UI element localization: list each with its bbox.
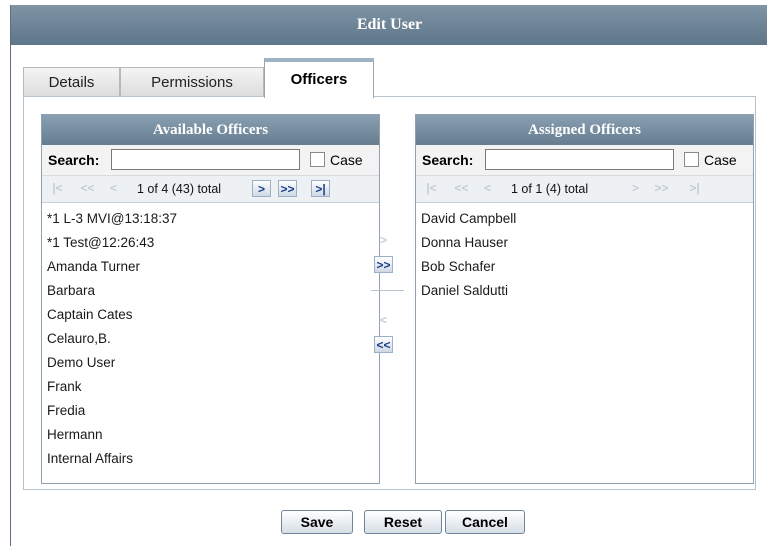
available-case-label: Case <box>330 152 363 168</box>
last-page-icon[interactable]: >| <box>685 180 704 197</box>
list-item[interactable]: Captain Cates <box>47 307 379 331</box>
list-item[interactable]: Bob Schafer <box>421 259 753 283</box>
tab-officers[interactable]: Officers <box>264 58 374 98</box>
available-officers-panel: Available Officers Search: Case |< << < … <box>41 114 380 484</box>
available-page-info: 1 of 4 (43) total <box>137 182 222 196</box>
list-item[interactable]: *1 L-3 MVI@13:18:37 <box>47 211 379 235</box>
move-all-left-icon[interactable]: << <box>374 336 393 353</box>
assigned-case-label: Case <box>704 152 737 168</box>
previous-icon[interactable]: < <box>478 180 497 197</box>
first-page-icon[interactable]: |< <box>422 180 441 197</box>
previous-icon[interactable]: < <box>104 180 123 197</box>
list-item[interactable]: Amanda Turner <box>47 259 379 283</box>
move-all-right-icon[interactable]: >> <box>374 256 393 273</box>
list-item[interactable]: Hermann <box>47 427 379 451</box>
next-page-icon[interactable]: >> <box>278 180 297 197</box>
reset-button[interactable]: Reset <box>364 510 442 534</box>
list-item[interactable]: David Campbell <box>421 211 753 235</box>
list-item[interactable]: Frank <box>47 379 379 403</box>
last-page-icon[interactable]: >| <box>311 180 330 197</box>
list-item[interactable]: Donna Hauser <box>421 235 753 259</box>
move-selected-left-icon[interactable]: < <box>374 312 393 329</box>
list-item[interactable]: Demo User <box>47 355 379 379</box>
list-item[interactable]: *1 Test@12:26:43 <box>47 235 379 259</box>
assigned-search-input[interactable] <box>485 149 674 170</box>
next-page-icon[interactable]: >> <box>652 180 671 197</box>
list-item[interactable]: Barbara <box>47 283 379 307</box>
available-officers-list: *1 L-3 MVI@13:18:37 *1 Test@12:26:43 Ama… <box>42 203 379 475</box>
save-button[interactable]: Save <box>281 510 353 534</box>
assigned-search-row: Search: Case <box>416 145 753 176</box>
tab-permissions[interactable]: Permissions <box>120 67 264 97</box>
transfer-divider <box>371 290 404 291</box>
assigned-page-info: 1 of 1 (4) total <box>511 182 589 196</box>
next-icon[interactable]: > <box>252 180 271 197</box>
next-icon[interactable]: > <box>626 180 645 197</box>
available-search-row: Search: Case <box>42 145 379 176</box>
list-item[interactable]: Fredia <box>47 403 379 427</box>
previous-page-icon[interactable]: << <box>452 180 471 197</box>
first-page-icon[interactable]: |< <box>48 180 67 197</box>
available-search-input[interactable] <box>111 149 300 170</box>
previous-page-icon[interactable]: << <box>78 180 97 197</box>
officers-tab-content: Available Officers Search: Case |< << < … <box>23 96 756 490</box>
assigned-officers-list: David Campbell Donna Hauser Bob Schafer … <box>416 203 753 307</box>
assigned-officers-header: Assigned Officers <box>416 115 753 145</box>
dialog-title: Edit User <box>11 5 767 45</box>
list-item[interactable]: Internal Affairs <box>47 451 379 475</box>
available-pager: |< << < 1 of 4 (43) total > >> >| <box>42 176 379 203</box>
assigned-pager: |< << < 1 of 1 (4) total > >> >| <box>416 176 753 203</box>
available-officers-header: Available Officers <box>42 115 379 145</box>
list-item[interactable]: Celauro,B. <box>47 331 379 355</box>
assigned-case-checkbox[interactable] <box>684 152 699 167</box>
move-selected-right-icon[interactable]: > <box>374 232 393 249</box>
available-case-checkbox[interactable] <box>310 152 325 167</box>
cancel-button[interactable]: Cancel <box>445 510 525 534</box>
assigned-officers-panel: Assigned Officers Search: Case |< << < 1… <box>415 114 754 484</box>
dialog-footer: Save Reset Cancel <box>11 497 767 545</box>
available-search-label: Search: <box>48 152 100 168</box>
edit-user-dialog: Edit User Details Permissions Officers A… <box>10 5 767 546</box>
tab-details[interactable]: Details <box>23 67 120 97</box>
tab-bar: Details Permissions Officers <box>23 57 763 98</box>
list-item[interactable]: Daniel Saldutti <box>421 283 753 307</box>
assigned-search-label: Search: <box>422 152 474 168</box>
